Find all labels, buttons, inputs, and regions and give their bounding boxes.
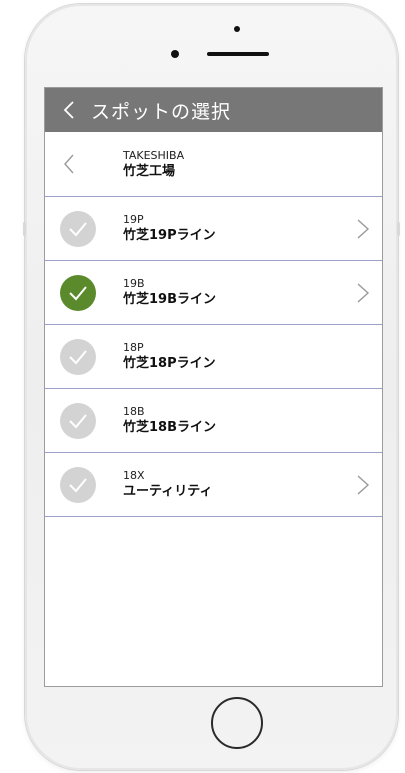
checkmark-icon bbox=[69, 285, 87, 300]
line-name: 竹芝18Bライン bbox=[123, 420, 216, 435]
line-row-19p[interactable]: 19P 竹芝19Pライン bbox=[45, 197, 382, 261]
checked-circle[interactable] bbox=[60, 274, 96, 311]
line-text: 18P 竹芝18Pライン bbox=[123, 341, 216, 372]
line-code: 18B bbox=[123, 405, 145, 418]
line-text: 18B 竹芝18Bライン bbox=[123, 405, 216, 436]
app-screen: スポットの選択 TAKESHIBA 竹芝工場 19P 竹芝19Pライン 19B … bbox=[44, 87, 383, 687]
spot-row: TAKESHIBA 竹芝工場 bbox=[45, 132, 382, 197]
home-button[interactable] bbox=[211, 697, 263, 749]
line-name: 竹芝18Pライン bbox=[123, 356, 216, 371]
spot-back-button[interactable] bbox=[45, 132, 93, 196]
page-title: スポットの選択 bbox=[91, 100, 232, 123]
side-button-right bbox=[397, 222, 400, 236]
line-name: 竹芝19Pライン bbox=[123, 228, 216, 243]
line-row-18p[interactable]: 18P 竹芝18Pライン bbox=[45, 325, 382, 389]
line-row-18x[interactable]: 18X ユーティリティ bbox=[45, 453, 382, 517]
header-back-button[interactable] bbox=[45, 88, 93, 132]
line-name: 竹芝19Bライン bbox=[123, 292, 216, 307]
line-code: 18P bbox=[123, 341, 144, 354]
spot-name: 竹芝工場 bbox=[123, 163, 176, 179]
chevron-left-icon bbox=[64, 154, 74, 174]
checkmark-icon bbox=[69, 221, 87, 236]
line-text: 18X ユーティリティ bbox=[123, 469, 212, 500]
line-name: ユーティリティ bbox=[123, 484, 213, 499]
spot-code: TAKESHIBA bbox=[123, 148, 185, 162]
unchecked-circle[interactable] bbox=[60, 466, 96, 503]
line-code: 19P bbox=[123, 213, 144, 226]
line-row-18b[interactable]: 18B 竹芝18Bライン bbox=[45, 389, 382, 453]
earpiece-speaker bbox=[207, 52, 269, 56]
checkmark-icon bbox=[69, 349, 87, 364]
chevron-left-icon bbox=[63, 101, 74, 119]
chevron-right-icon bbox=[357, 282, 370, 303]
line-text: 19P 竹芝19Pライン bbox=[123, 213, 216, 244]
app-header: スポットの選択 bbox=[45, 88, 382, 132]
unchecked-circle[interactable] bbox=[60, 210, 96, 247]
sensor-dot bbox=[234, 26, 240, 32]
unchecked-circle[interactable] bbox=[60, 338, 96, 375]
line-text: 19B 竹芝19Bライン bbox=[123, 277, 216, 308]
chevron-right-icon bbox=[357, 474, 370, 495]
checkmark-icon bbox=[69, 477, 87, 492]
line-code: 19B bbox=[123, 277, 145, 290]
chevron-right-icon bbox=[357, 218, 370, 239]
line-code: 18X bbox=[123, 469, 145, 482]
side-button-left bbox=[23, 222, 26, 236]
unchecked-circle[interactable] bbox=[60, 402, 96, 439]
spot-text: TAKESHIBA 竹芝工場 bbox=[123, 149, 184, 180]
front-camera bbox=[171, 50, 179, 58]
checkmark-icon bbox=[69, 413, 87, 428]
line-row-19b[interactable]: 19B 竹芝19Bライン bbox=[45, 261, 382, 325]
